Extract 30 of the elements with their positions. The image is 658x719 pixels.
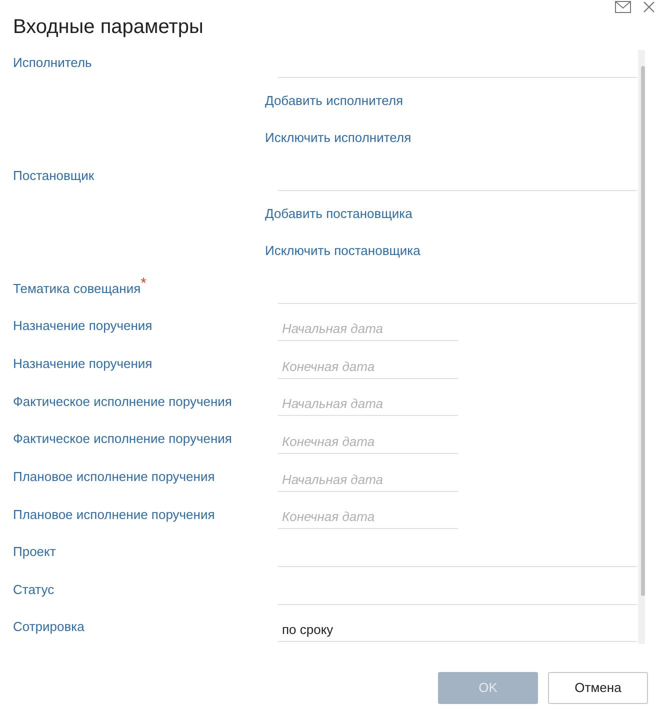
- field-label: Постановщик: [13, 166, 94, 185]
- action-link[interactable]: Исключить исполнителя: [265, 128, 412, 148]
- field-label: Плановое исполнение поручения: [13, 468, 215, 486]
- field-label: Плановое исполнение поручения: [13, 506, 215, 524]
- field-label: Исполнитель: [13, 54, 92, 72]
- action-link[interactable]: Добавить исполнителя: [265, 90, 404, 110]
- action-link[interactable]: Исключить постановщика: [265, 241, 420, 261]
- date-field[interactable]: Конечная дата: [278, 354, 458, 379]
- date-field[interactable]: Конечная дата: [278, 505, 458, 530]
- date-field[interactable]: Начальная дата: [278, 468, 458, 492]
- field-label: Проект: [13, 543, 56, 562]
- date-field[interactable]: Конечная дата: [278, 430, 458, 454]
- cancel-button[interactable]: Отмена: [548, 672, 648, 704]
- input-field[interactable]: по сроку: [278, 618, 637, 642]
- field-label: Назначение поручения: [13, 355, 152, 374]
- dialog-title: Входные параметры: [13, 15, 204, 40]
- field-label: Фактическое исполнение поручения: [13, 392, 232, 411]
- field-label: Назначение поручения: [13, 317, 152, 336]
- field-label: Сотрировка: [13, 618, 84, 636]
- required-mark: *: [140, 274, 146, 294]
- field-label: Тематика совещания: [13, 280, 141, 298]
- scrollbar-thumb[interactable]: [641, 66, 645, 596]
- scrollbar[interactable]: [638, 50, 645, 644]
- mail-icon[interactable]: [615, 1, 631, 13]
- field-label: Фактическое исполнение поручения: [13, 430, 232, 448]
- field-label: Статус: [13, 580, 54, 599]
- date-field[interactable]: Начальная дата: [278, 317, 458, 342]
- close-icon[interactable]: [643, 1, 655, 13]
- date-field[interactable]: Начальная дата: [278, 392, 458, 416]
- action-link[interactable]: Добавить постановщика: [265, 204, 412, 224]
